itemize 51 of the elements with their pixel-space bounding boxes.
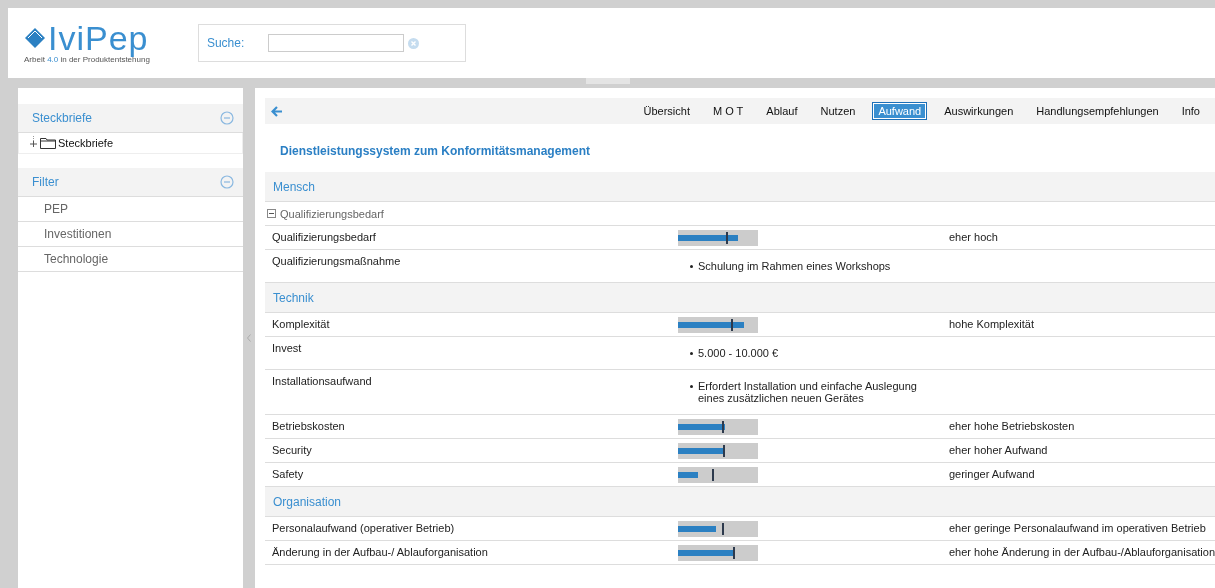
rating-text: eher hohe Betriebskosten: [948, 419, 1076, 434]
bullet-icon: [689, 352, 693, 355]
attribute-label: Safety: [271, 467, 305, 482]
attribute-label: Komplexität: [271, 317, 331, 332]
attribute-label: Qualifizierungsmaßnahme: [271, 254, 402, 269]
tree-item[interactable]: Steckbriefe: [58, 137, 114, 149]
attribute-label: Installationsaufwand: [271, 374, 373, 389]
nav-tab[interactable]: Nutzen: [814, 102, 862, 120]
collapse-handle-icon[interactable]: [246, 334, 251, 342]
attribute-label: Qualifizierungsbedarf: [271, 230, 377, 245]
search-label: Suche:: [206, 36, 245, 50]
rating-text: geringer Aufwand: [948, 467, 1036, 482]
nav-tab[interactable]: Info: [1175, 102, 1206, 120]
nav-tab[interactable]: Handlungsempfehlungen: [1030, 102, 1165, 120]
search-field[interactable]: [268, 34, 405, 52]
rating-text: hohe Komplexität: [948, 317, 1035, 332]
filter-item[interactable]: Technologie: [18, 247, 243, 272]
rating-text: eher hoch: [948, 230, 999, 245]
attribute-label: Personalaufwand (operativer Betrieb): [271, 521, 456, 536]
attribute-label: Security: [271, 443, 313, 458]
nav-tab[interactable]: M O T: [707, 102, 750, 120]
filter-item[interactable]: Investitionen: [18, 222, 243, 247]
group-label: Qualifizierungsbedarf: [279, 207, 384, 220]
back-arrow-icon[interactable]: [270, 105, 283, 117]
logo-icon: [24, 27, 46, 49]
folder-icon: [40, 137, 56, 149]
attribute-label: Invest: [271, 341, 303, 356]
rating-text: eher hohe Änderung in der Aufbau-/Ablauforganisation: [948, 545, 1215, 560]
collapse-icon[interactable]: [266, 209, 276, 218]
rating-text: eher geringe Personalaufwand im operativen Betrieb: [948, 521, 1207, 536]
tree-expand-icon[interactable]: [29, 136, 38, 150]
section-header: Technik: [264, 283, 1215, 313]
list-item: Erfordert Installation und einfache Auslegung eines zusätzlichen neuen Gerätes: [697, 380, 918, 404]
bullet-icon: [689, 385, 693, 388]
rating-text: eher hoher Aufwand: [948, 443, 1049, 458]
nav-tab[interactable]: Auswirkungen: [938, 102, 1020, 120]
panel-title: Filter: [32, 175, 59, 189]
resize-handle[interactable]: [585, 78, 630, 84]
clear-icon[interactable]: [408, 37, 420, 49]
attribute-label: Betriebskosten: [271, 419, 346, 434]
page-title: Dienstleistungssystem zum Konformitätsmanagement: [278, 143, 592, 160]
list-item: Schulung im Rahmen eines Workshops: [697, 260, 891, 272]
section-header: Organisation: [264, 487, 1215, 517]
bullet-icon: [689, 265, 693, 268]
section-header: Mensch: [264, 172, 1215, 202]
nav-tab[interactable]: Übersicht: [637, 102, 696, 120]
nav-tab[interactable]: Ablauf: [760, 102, 804, 120]
list-item: 5.000 - 10.000 €: [697, 347, 779, 359]
filter-item[interactable]: PEP: [18, 197, 243, 222]
attribute-label: Änderung in der Aufbau-/ Ablauforganisation: [271, 545, 489, 560]
panel-title: Steckbriefe: [32, 111, 93, 125]
